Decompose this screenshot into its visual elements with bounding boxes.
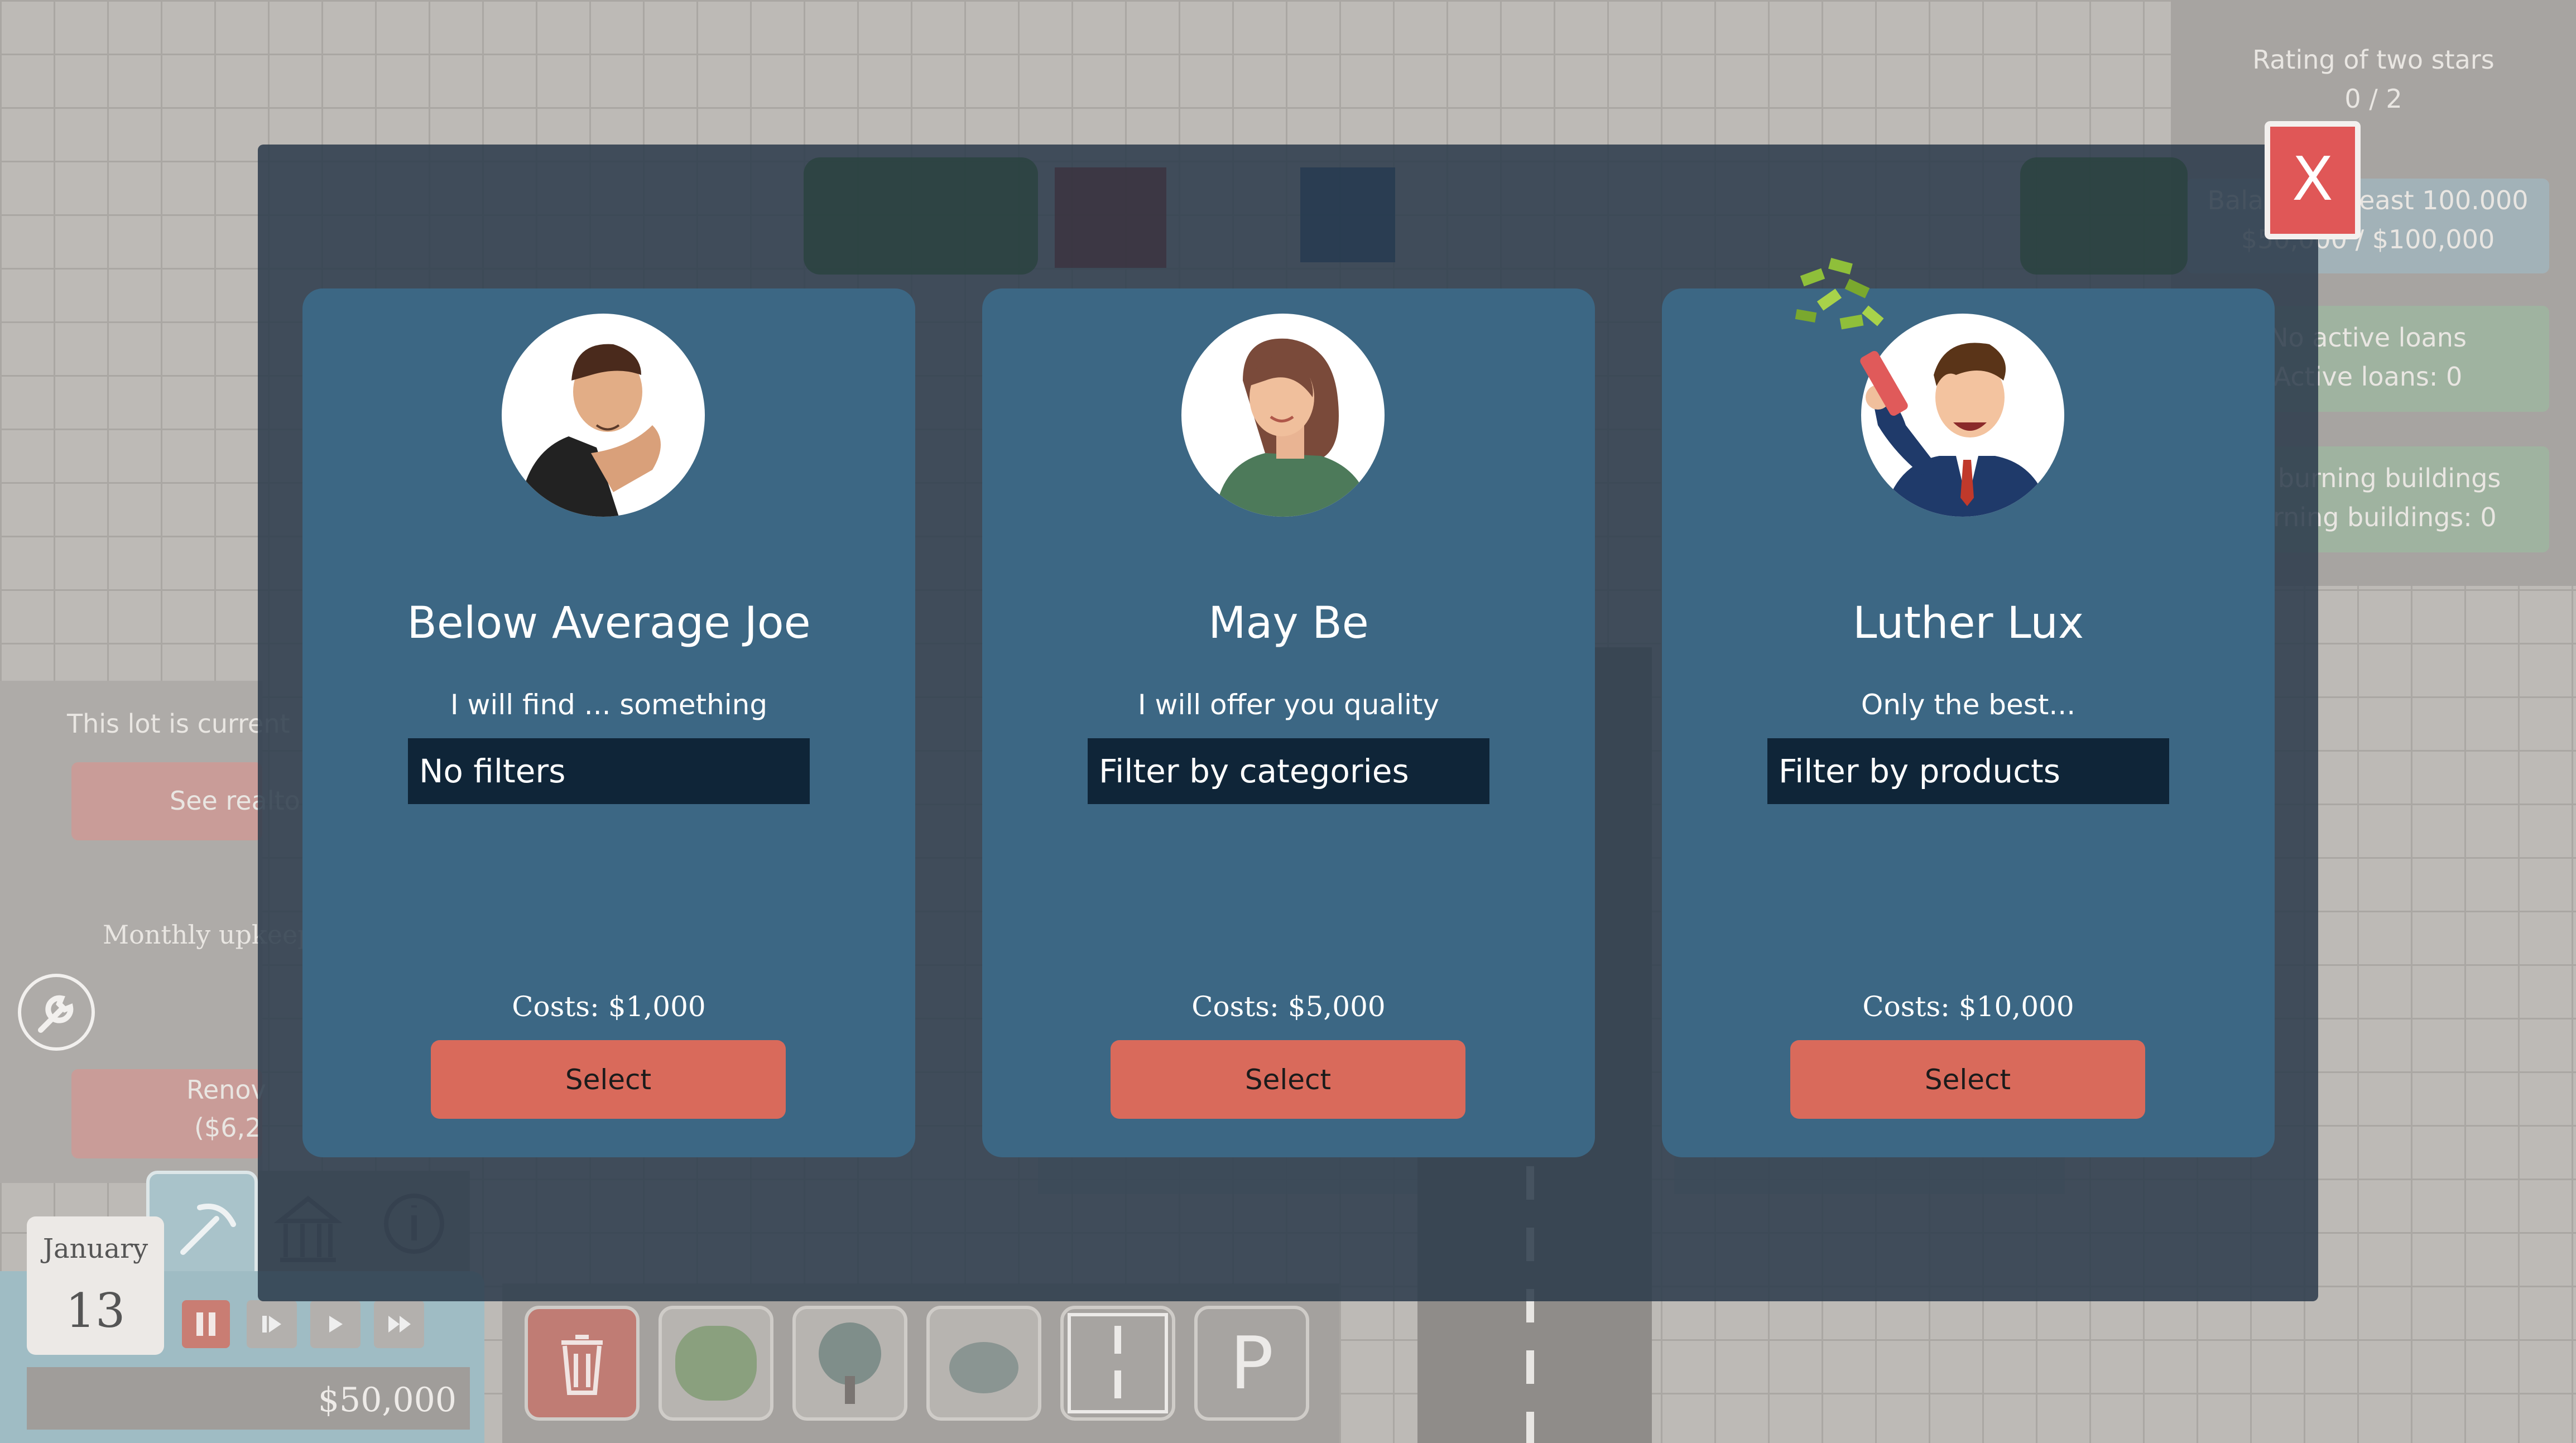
card-filter: Filter by categories bbox=[1088, 738, 1489, 804]
date-month: January bbox=[42, 1233, 148, 1264]
card-tagline: Only the best... bbox=[1861, 689, 2076, 721]
lot-status-text: This lot is current bbox=[67, 709, 290, 739]
wrench-icon[interactable] bbox=[18, 974, 95, 1051]
hedge-icon bbox=[675, 1326, 757, 1401]
overlay-shop-decor bbox=[1300, 167, 1395, 262]
close-button[interactable]: X bbox=[2265, 121, 2361, 239]
overlay-shop-decor bbox=[1055, 167, 1166, 268]
demolish-button[interactable] bbox=[525, 1306, 640, 1421]
realtor-card-luther: Luther Lux Only the best... Filter by pr… bbox=[1662, 258, 2275, 1157]
renovate-cost: ($6,2 bbox=[194, 1113, 262, 1143]
bush-button[interactable] bbox=[926, 1306, 1041, 1421]
card-cost: Costs: $5,000 bbox=[1191, 990, 1386, 1023]
balance-bar: $50,000 bbox=[27, 1367, 470, 1430]
renovate-label: Renov bbox=[186, 1075, 266, 1105]
card-tagline: I will find ... something bbox=[450, 689, 768, 721]
card-cost: Costs: $10,000 bbox=[1862, 990, 2074, 1023]
lot-info-panel: This lot is current See realto Monthly u… bbox=[0, 681, 314, 1183]
pause-icon bbox=[196, 1312, 215, 1336]
select-luther-button[interactable]: Select bbox=[1790, 1040, 2145, 1119]
select-joe-button[interactable]: Select bbox=[431, 1040, 786, 1119]
tree-icon bbox=[819, 1322, 881, 1404]
overlay-shop-decor bbox=[2020, 157, 2188, 275]
road-button[interactable] bbox=[1060, 1306, 1175, 1421]
overlay-shop-decor bbox=[804, 157, 1038, 275]
card-cost: Costs: $1,000 bbox=[512, 990, 706, 1023]
tree-button[interactable] bbox=[792, 1306, 907, 1421]
card-tagline: I will offer you quality bbox=[1137, 689, 1440, 721]
money-gun-icon bbox=[1790, 249, 1919, 428]
play-icon bbox=[329, 1316, 343, 1333]
realtor-card-may: May Be I will offer you quality Filter b… bbox=[982, 288, 1595, 1157]
renovate-button[interactable]: Renov ($6,2 bbox=[71, 1069, 266, 1158]
card-name: Luther Lux bbox=[1852, 598, 2084, 648]
card-name: May Be bbox=[1208, 598, 1369, 648]
trash-icon bbox=[561, 1335, 603, 1395]
realtor-card-joe: Below Average Joe I will find ... someth… bbox=[302, 288, 915, 1157]
play-step-icon bbox=[262, 1316, 281, 1333]
date-card: January 13 bbox=[27, 1216, 164, 1355]
rating-value: 0 / 2 bbox=[2344, 84, 2402, 114]
may-avatar bbox=[1181, 314, 1385, 517]
select-may-button[interactable]: Select bbox=[1111, 1040, 1465, 1119]
speed-1-button[interactable] bbox=[247, 1300, 297, 1348]
speed-3-button[interactable] bbox=[374, 1300, 424, 1348]
speed-2-button[interactable] bbox=[310, 1300, 361, 1348]
bush-icon bbox=[949, 1342, 1018, 1393]
date-day: 13 bbox=[65, 1283, 126, 1338]
joe-avatar bbox=[502, 314, 705, 517]
hedge-button[interactable] bbox=[659, 1306, 773, 1421]
pause-button[interactable] bbox=[182, 1300, 230, 1348]
see-realtor-button[interactable]: See realto bbox=[71, 762, 300, 840]
fast-forward-icon bbox=[388, 1316, 411, 1333]
parking-icon: P bbox=[1229, 1321, 1274, 1406]
parking-button[interactable]: P bbox=[1194, 1306, 1309, 1421]
card-name: Below Average Joe bbox=[407, 598, 811, 648]
rating-title: Rating of two stars bbox=[2252, 45, 2495, 75]
card-filter: Filter by products bbox=[1767, 738, 2169, 804]
road-icon bbox=[1068, 1313, 1168, 1413]
card-filter: No filters bbox=[408, 738, 810, 804]
balance-amount: $50,000 bbox=[318, 1381, 456, 1420]
pickaxe-icon bbox=[180, 1204, 236, 1255]
